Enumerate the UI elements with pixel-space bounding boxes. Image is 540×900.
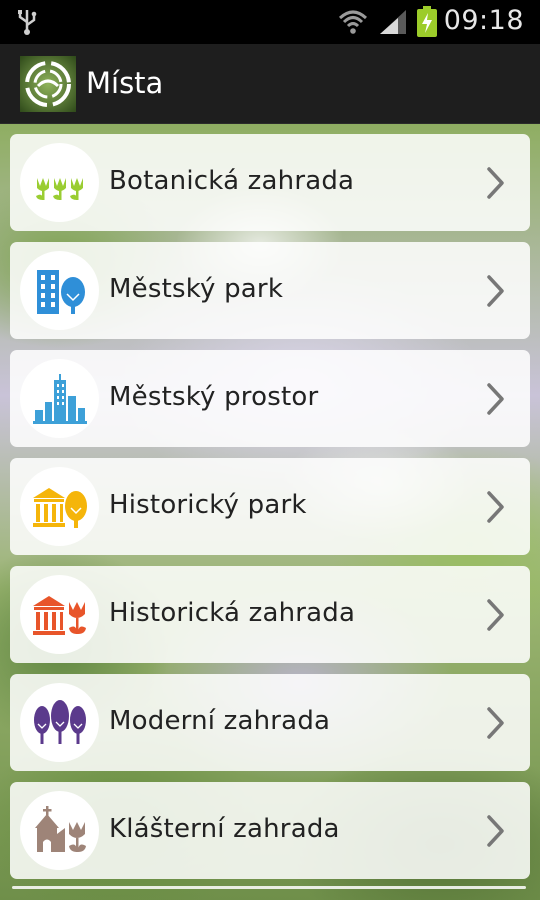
chevron-right-icon [487,599,504,631]
item-label: Historická zahrada [109,598,356,628]
places-list: Botanická zahrada Městský park Městský p… [10,134,530,890]
temple-tree-icon [32,487,87,528]
item-icon-badge [20,251,99,330]
temple-tulip-icon [32,595,86,635]
list-item-historicky-park[interactable]: Historický park [10,458,530,555]
list-item-botanicka-zahrada[interactable]: Botanická zahrada [10,134,530,231]
item-icon-badge [20,143,99,222]
signal-icon [380,10,406,34]
item-icon-badge [20,683,99,762]
list-bottom-edge [12,886,526,889]
page-title: Místa [86,66,164,100]
three-trees-icon [33,699,86,744]
list-item-moderni-zahrada[interactable]: Moderní zahrada [10,674,530,771]
item-label: Klášterní zahrada [109,814,340,844]
status-bar: 09:18 [0,0,540,44]
item-label: Historický park [109,490,307,520]
list-item-mestsky-prostor[interactable]: Městský prostor [10,350,530,447]
item-icon-badge [20,575,99,654]
chevron-right-icon [487,167,504,199]
item-label: Městský prostor [109,382,319,412]
action-bar: Místa [0,44,540,124]
chevron-right-icon [487,491,504,523]
usb-icon [18,10,37,35]
item-label: Městský park [109,274,284,304]
skyline-icon [32,373,87,424]
app-logo-icon[interactable] [20,56,76,112]
item-label: Moderní zahrada [109,706,331,736]
chevron-right-icon [487,815,504,847]
item-icon-badge [20,791,99,870]
clock: 09:18 [443,5,524,36]
item-icon-badge [20,359,99,438]
item-label: Botanická zahrada [109,166,355,196]
church-tulip-icon [34,805,86,852]
wifi-icon [338,10,368,34]
list-item-historicka-zahrada[interactable]: Historická zahrada [10,566,530,663]
item-icon-badge [20,467,99,546]
building-tree-icon [36,269,85,314]
battery-charging-icon [417,6,437,37]
list-item-mestsky-park[interactable]: Městský park [10,242,530,339]
places-list-screen: Botanická zahrada Městský park Městský p… [0,124,540,900]
tulips-icon [35,177,83,200]
chevron-right-icon [487,383,504,415]
chevron-right-icon [487,275,504,307]
list-item-klasterni-zahrada[interactable]: Klášterní zahrada [10,782,530,879]
chevron-right-icon [487,707,504,739]
